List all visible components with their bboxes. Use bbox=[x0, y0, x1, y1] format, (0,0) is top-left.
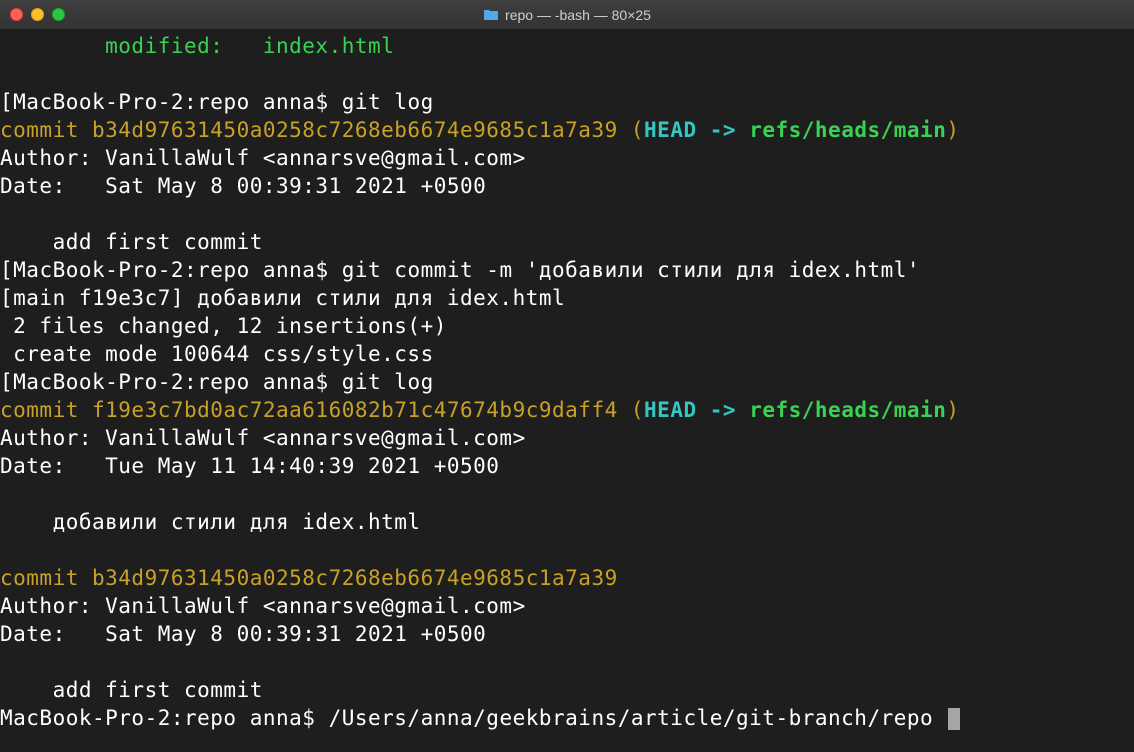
paren-close: ) bbox=[946, 118, 959, 142]
titlebar[interactable]: repo — -bash — 80×25 bbox=[0, 0, 1134, 30]
commit-result: 2 files changed, 12 insertions(+) bbox=[0, 314, 447, 338]
commit-message: add first commit bbox=[0, 678, 263, 702]
prompt-bracket: [ bbox=[0, 90, 13, 114]
paren-open: ( bbox=[618, 398, 644, 422]
terminal-window: repo — -bash — 80×25 modified: index.htm… bbox=[0, 0, 1134, 752]
prompt-bracket: [ bbox=[0, 258, 13, 282]
commit-hash: commit b34d97631450a0258c7268eb6674e9685… bbox=[0, 118, 618, 142]
commit-result: [main f19e3c7] добавили стили для idex.h… bbox=[0, 286, 565, 310]
date-line: Date: Sat May 8 00:39:31 2021 +0500 bbox=[0, 622, 486, 646]
branch-ref: refs/heads/main bbox=[749, 398, 946, 422]
modified-line: modified: index.html bbox=[0, 34, 394, 58]
author-line: Author: VanillaWulf <annarsve@gmail.com> bbox=[0, 426, 526, 450]
branch-ref: refs/heads/main bbox=[749, 118, 946, 142]
maximize-button[interactable] bbox=[52, 8, 65, 21]
folder-icon bbox=[483, 9, 499, 21]
command-text: git log bbox=[342, 370, 434, 394]
commit-result: create mode 100644 css/style.css bbox=[0, 342, 434, 366]
prompt-host: MacBook-Pro-2:repo anna$ bbox=[0, 706, 329, 730]
close-button[interactable] bbox=[10, 8, 23, 21]
author-line: Author: VanillaWulf <annarsve@gmail.com> bbox=[0, 594, 526, 618]
traffic-lights bbox=[10, 8, 65, 21]
commit-message: add first commit bbox=[0, 230, 263, 254]
terminal-content[interactable]: modified: index.html [MacBook-Pro-2:repo… bbox=[0, 30, 1134, 752]
date-line: Date: Tue May 11 14:40:39 2021 +0500 bbox=[0, 454, 499, 478]
minimize-button[interactable] bbox=[31, 8, 44, 21]
window-title-text: repo — -bash — 80×25 bbox=[505, 7, 651, 23]
prompt-bracket: [ bbox=[0, 370, 13, 394]
prompt-host: MacBook-Pro-2:repo anna$ bbox=[13, 258, 342, 282]
author-line: Author: VanillaWulf <annarsve@gmail.com> bbox=[0, 146, 526, 170]
commit-message: добавили стили для idex.html bbox=[0, 510, 421, 534]
commit-hash: commit f19e3c7bd0ac72aa616082b71c47674b9… bbox=[0, 398, 618, 422]
command-text: /Users/anna/geekbrains/article/git-branc… bbox=[329, 706, 947, 730]
paren-open: ( bbox=[618, 118, 644, 142]
head-ref: HEAD -> bbox=[644, 398, 749, 422]
commit-hash: commit b34d97631450a0258c7268eb6674e9685… bbox=[0, 566, 618, 590]
head-ref: HEAD -> bbox=[644, 118, 749, 142]
command-text: git log bbox=[342, 90, 434, 114]
prompt-host: MacBook-Pro-2:repo anna$ bbox=[13, 370, 342, 394]
prompt-host: MacBook-Pro-2:repo anna$ bbox=[13, 90, 342, 114]
command-text: git commit -m 'добавили стили для idex.h… bbox=[342, 258, 920, 282]
paren-close: ) bbox=[946, 398, 959, 422]
cursor bbox=[948, 708, 960, 730]
date-line: Date: Sat May 8 00:39:31 2021 +0500 bbox=[0, 174, 486, 198]
window-title: repo — -bash — 80×25 bbox=[483, 7, 651, 23]
